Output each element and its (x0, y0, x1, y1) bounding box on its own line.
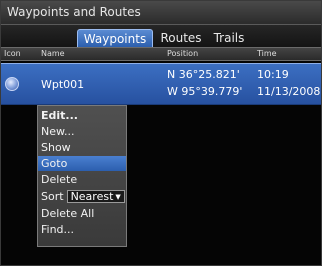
table-row[interactable]: Wpt001 N 36°25.821' W 95°39.779' 10:19 1… (1, 63, 321, 105)
chevron-down-icon: ▼ (115, 193, 121, 201)
column-name[interactable]: Name (41, 48, 65, 60)
waypoints-routes-window: Waypoints and Routes Waypoints Routes Tr… (0, 0, 322, 266)
waypoint-time: 10:19 (257, 68, 289, 81)
column-position[interactable]: Position (167, 48, 198, 60)
menu-item-show[interactable]: Show (38, 140, 126, 155)
tab-routes[interactable]: Routes (159, 29, 203, 47)
menu-item-delete-all[interactable]: Delete All (38, 206, 126, 221)
waypoint-name: Wpt001 (41, 78, 85, 91)
window-title: Waypoints and Routes (7, 5, 141, 19)
menu-item-find[interactable]: Find... (38, 222, 126, 237)
menu-item-goto[interactable]: Goto (38, 156, 126, 171)
column-header: Icon Name Position Time (1, 47, 321, 61)
sort-label: Sort (41, 190, 64, 203)
circle-waypoint-icon (5, 77, 19, 91)
menu-item-sort[interactable]: Sort Nearest ▼ (38, 189, 126, 204)
tab-waypoints[interactable]: Waypoints (77, 29, 153, 47)
menu-item-delete[interactable]: Delete (38, 172, 126, 187)
sort-value: Nearest (70, 190, 114, 203)
menu-item-edit[interactable]: Edit... (38, 108, 126, 123)
menu-item-new[interactable]: New... (38, 124, 126, 139)
waypoint-date: 11/13/2008 (257, 85, 321, 98)
tab-bar: Waypoints Routes Trails (1, 25, 321, 47)
sort-dropdown[interactable]: Nearest ▼ (66, 190, 125, 203)
column-icon[interactable]: Icon (4, 48, 21, 60)
waypoint-longitude: W 95°39.779' (167, 85, 243, 98)
waypoint-latitude: N 36°25.821' (167, 68, 240, 81)
context-menu: Edit... New... Show Goto Delete Sort Near… (37, 105, 127, 247)
title-bar: Waypoints and Routes (1, 1, 321, 25)
column-time[interactable]: Time (257, 48, 277, 60)
tab-trails[interactable]: Trails (207, 29, 251, 47)
